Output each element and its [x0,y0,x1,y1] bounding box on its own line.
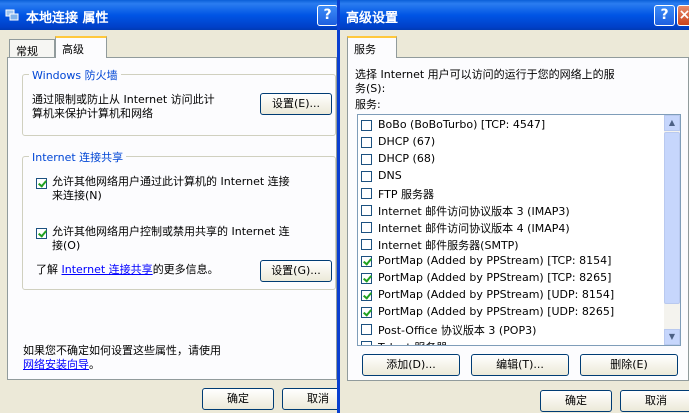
service-list-item[interactable]: Internet 邮件服务器(SMTP) [358,236,664,253]
footer-link-line: 网络安装向导。 [23,358,100,372]
ics-settings-button[interactable]: 设置(G)... [260,260,332,282]
close-button[interactable]: × [677,5,689,26]
service-label: PortMap (Added by PPStream) [UDP: 8265] [378,305,615,318]
service-checkbox[interactable] [361,171,372,182]
ics-more-suffix: 的更多信息。 [152,263,219,276]
ics-help-link[interactable]: Internet 连接共享 [62,263,153,276]
service-list-item[interactable]: Internet 邮件访问协议版本 3 (IMAP3) [358,202,664,219]
local-connection-properties-window: 本地连接 属性 ? 常规 高级 Windows 防火墙 通过限制或防止从 Int… [0,0,354,413]
allow-connect-line2: 来连接(N) [52,189,102,202]
firewall-desc-line2: 算机来保护计算机和网络 [32,107,153,120]
services-list-label: 服务: [355,98,381,111]
tab-advanced-label: 高级 [62,43,84,56]
service-list-item[interactable]: BoBo (BoBoTurbo) [TCP: 4547] [358,117,664,134]
edit-service-button[interactable]: 编辑(T)... [471,354,569,376]
service-checkbox[interactable] [361,205,372,216]
service-checkbox[interactable] [361,154,372,165]
service-label: BoBo (BoBoTurbo) [TCP: 4547] [378,118,546,131]
service-label: FTP 服务器 [378,188,434,201]
footer-text: 如果您不确定如何设置这些属性，请使用 [23,344,221,357]
advanced-ok-button[interactable]: 确定 [540,390,612,412]
tab-services[interactable]: 服务 [347,36,397,58]
service-list-item[interactable]: PortMap (Added by PPStream) [UDP: 8154] [358,287,664,304]
scroll-up-arrow-icon[interactable]: ▲ [664,115,680,131]
service-label: Internet 邮件服务器(SMTP) [378,239,519,252]
scroll-thumb[interactable] [664,132,680,304]
window-title: 本地连接 属性 [26,11,109,26]
service-list-item[interactable]: PortMap (Added by PPStream) [TCP: 8265] [358,270,664,287]
service-label: DHCP (68) [378,152,436,165]
ics-more-info: 了解 Internet 连接共享的更多信息。 [36,263,219,277]
service-checkbox[interactable] [361,290,372,301]
help-button[interactable]: ? [317,5,338,26]
scroll-down-arrow-icon[interactable]: ▼ [664,329,680,345]
services-desc-line2: 务(S): [355,82,386,95]
service-label: DNS [378,169,402,182]
title-bar-advanced[interactable]: 高级设置 ? × [340,0,689,30]
service-list-item[interactable]: Telnet 服务器 [358,338,664,345]
allow-connect-line1: 允许其他网络用户通过此计算机的 Internet 连接 [52,175,290,188]
allow-control-checkbox[interactable] [36,228,47,239]
services-list[interactable]: BoBo (BoBoTurbo) [TCP: 4547] DHCP (67) DHC… [357,114,681,346]
ics-group: Internet 连接共享 允许其他网络用户通过此计算机的 Internet 连… [22,149,336,290]
delete-service-button[interactable]: 删除(E) [580,354,678,376]
service-checkbox[interactable] [361,273,372,284]
service-label: Post-Office 协议版本 3 (POP3) [378,324,537,337]
service-checkbox[interactable] [361,324,372,335]
service-list-item[interactable]: PortMap (Added by PPStream) [UDP: 8265] [358,304,664,321]
service-label: PortMap (Added by PPStream) [UDP: 8154] [378,288,615,301]
service-label: Telnet 服务器 [378,339,447,345]
service-checkbox[interactable] [361,188,372,199]
service-checkbox[interactable] [361,120,372,131]
service-checkbox[interactable] [361,256,372,267]
network-connection-icon [5,9,19,21]
tab-services-label: 服务 [354,43,376,56]
allow-connect-checkbox[interactable] [36,178,47,189]
ics-more-prefix: 了解 [36,263,58,276]
service-list-item[interactable]: PortMap (Added by PPStream) [TCP: 8154] [358,253,664,270]
windows-firewall-group: Windows 防火墙 通过限制或防止从 Internet 访问此计 算机来保护… [22,67,336,136]
service-list-item[interactable]: DHCP (68) [358,151,664,168]
add-service-button[interactable]: 添加(D)... [362,354,460,376]
service-label: PortMap (Added by PPStream) [TCP: 8265] [378,271,612,284]
service-list-item[interactable]: DNS [358,168,664,185]
footer-end: 。 [89,358,100,371]
service-checkbox[interactable] [361,137,372,148]
tab-advanced[interactable]: 高级 [55,36,107,58]
service-checkbox[interactable] [361,222,372,233]
advanced-window-title: 高级设置 [346,11,399,26]
ics-group-title: Internet 连接共享 [29,149,127,165]
allow-control-line1: 允许其他网络用户控制或禁用共享的 Internet 连 [52,225,290,238]
service-label: Internet 邮件访问协议版本 3 (IMAP3) [378,205,570,218]
allow-control-line2: 接(O) [52,239,81,252]
help-button-advanced[interactable]: ? [654,5,675,26]
title-bar[interactable]: 本地连接 属性 ? [0,0,340,30]
network-setup-wizard-link[interactable]: 网络安装向导 [23,358,89,371]
advanced-settings-window: 高级设置 ? × 服务 选择 Internet 用户可以访问的运行于您的网络上的… [337,0,689,413]
firewall-desc-line1: 通过限制或防止从 Internet 访问此计 [32,93,215,106]
advanced-cancel-button[interactable]: 取消 [620,390,689,412]
service-list-item[interactable]: Post-Office 协议版本 3 (POP3) [358,321,664,338]
firewall-settings-button[interactable]: 设置(E)... [260,93,332,115]
service-checkbox[interactable] [361,307,372,318]
service-list-item[interactable]: FTP 服务器 [358,185,664,202]
advanced-tab-panel: Windows 防火墙 通过限制或防止从 Internet 访问此计 算机来保护… [7,57,337,380]
service-checkbox[interactable] [361,341,372,345]
ok-button[interactable]: 确定 [202,388,274,410]
service-label: PortMap (Added by PPStream) [TCP: 8154] [378,254,612,267]
tab-general[interactable]: 常规 [9,39,55,59]
service-label: DHCP (67) [378,135,436,148]
service-list-item[interactable]: DHCP (67) [358,134,664,151]
services-panel: 选择 Internet 用户可以访问的运行于您的网络上的服 务(S): 服务: … [347,57,689,381]
services-desc-line1: 选择 Internet 用户可以访问的运行于您的网络上的服 [355,68,615,81]
services-scrollbar[interactable]: ▲ ▼ [664,115,680,345]
service-checkbox[interactable] [361,239,372,250]
windows-firewall-title: Windows 防火墙 [29,67,121,83]
service-list-item[interactable]: Internet 邮件访问协议版本 4 (IMAP4) [358,219,664,236]
service-label: Internet 邮件访问协议版本 4 (IMAP4) [378,222,570,235]
